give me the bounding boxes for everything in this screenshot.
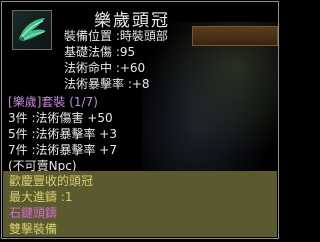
description-line-2: 最大進鑄 :1 [9,190,73,204]
set-name: 樂歲 [12,95,37,109]
set-label: 套裝 [41,95,66,109]
set-bonus-5: 5件 :法術暴擊率 +3 [8,127,117,141]
magic-hit-line: 法術命中 :+60 [64,61,146,75]
set-header: [樂歲]套裝 (1/7) [8,94,98,110]
description-line-4: 雙擊裝備 [9,222,58,236]
set-count: (1/7) [69,95,98,109]
set-bonus-7: 7件 :法術暴擊率 +7 [8,143,117,157]
description-box: 歡慶豐收的頭冠 最大進鑄 :1 石鍵頭鑄 雙擊裝備 [3,171,277,237]
magic-crit-line: 法術暴擊率 :+8 [64,77,150,91]
set-bonus-3: 3件 :法術傷害 +50 [8,111,113,125]
item-tooltip: 樂歲頭冠 裝備位置 :時裝頭部 基礎法傷 :95 法術命中 :+60 法術暴擊率… [1,1,279,239]
description-line-1: 歡慶豐收的頭冠 [9,174,94,188]
description-line-3: 石鍵頭鑄 [9,206,58,220]
slot-line: 裝備位置 :時裝頭部 [64,29,168,43]
slot-highlight [192,26,278,46]
green-wing-headpiece-icon [12,10,52,50]
base-magic-line: 基礎法傷 :95 [64,45,136,59]
